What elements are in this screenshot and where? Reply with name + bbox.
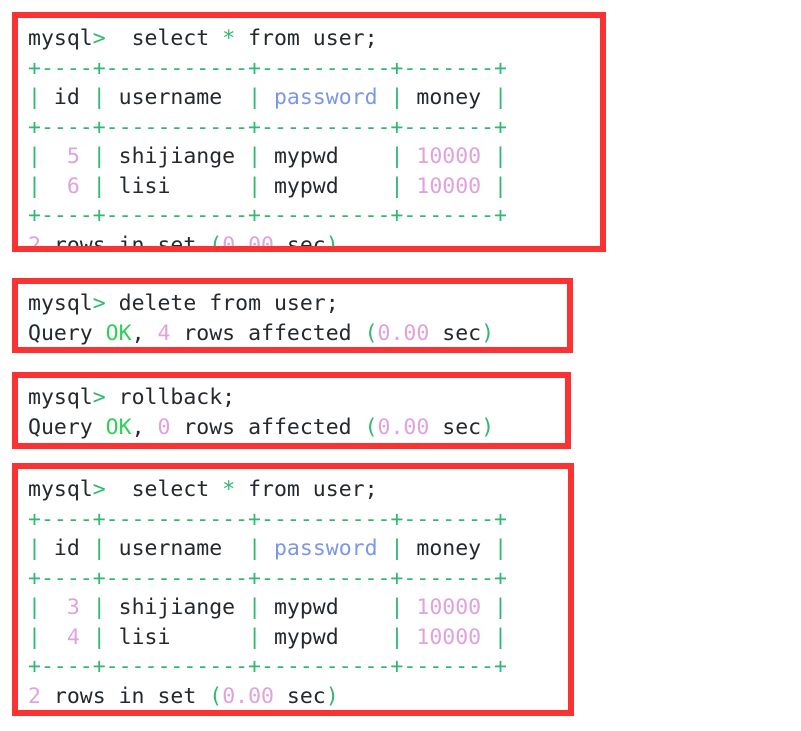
table-rule-bottom: +----+-----------+----------+-------+: [28, 203, 507, 228]
table-rule-mid: +----+-----------+----------+-------+: [28, 114, 507, 140]
query-ok-status: Query OK, 4 rows affected (0.00 sec): [28, 320, 495, 346]
rows-in-set-status: 2 rows in set (0.00 sec): [28, 683, 339, 709]
table-rule-bottom: +----+-----------+----------+-------+: [28, 654, 507, 679]
table-rule-top: +----+-----------+----------+-------+: [28, 55, 507, 81]
terminal-output-block-2: mysql> delete from user; Query OK, 4 rows…: [28, 289, 495, 347]
annotation-box-rollback: mysql> rollback; Query OK, 0 rows affecte…: [12, 372, 571, 449]
terminal-output-block-4: mysql> select * from user; +----+--------…: [28, 475, 508, 710]
annotation-box-select-before: mysql> select * from user; +----+--------…: [12, 12, 606, 252]
table-header-row: | id | username | password | money |: [28, 85, 508, 110]
annotation-box-select-after: mysql> select * from user; +----+--------…: [12, 463, 574, 716]
table-data-row-1: | 3 | shijiange | mypwd | 10000 |: [28, 595, 507, 620]
rows-in-set-status: 2 rows in set (0.00 sec): [28, 232, 339, 252]
table-header-row: | id | username | password | money |: [28, 536, 508, 561]
terminal-output-block-3: mysql> rollback; Query OK, 0 rows affecte…: [28, 383, 494, 442]
table-rule-mid: +----+-----------+----------+-------+: [28, 565, 507, 591]
query-ok-status: Query OK, 0 rows affected (0.00 sec): [28, 414, 495, 440]
table-rule-top: +----+-----------+----------+-------+: [28, 506, 507, 532]
table-data-row-2: | 4 | lisi | mypwd | 10000 |: [28, 624, 507, 650]
annotation-box-delete: mysql> delete from user; Query OK, 4 rows…: [12, 278, 573, 353]
prompt-select: mysql> select * from user;: [28, 477, 378, 502]
table-data-row-2: | 6 | lisi | mypwd | 10000 |: [28, 173, 507, 199]
prompt-rollback: mysql> rollback;: [28, 385, 236, 410]
prompt-select: mysql> select * from user;: [28, 26, 378, 51]
prompt-delete: mysql> delete from user;: [28, 291, 339, 316]
terminal-output-block-1: mysql> select * from user; +----+--------…: [28, 24, 508, 252]
table-data-row-1: | 5 | shijiange | mypwd | 10000 |: [28, 144, 507, 169]
